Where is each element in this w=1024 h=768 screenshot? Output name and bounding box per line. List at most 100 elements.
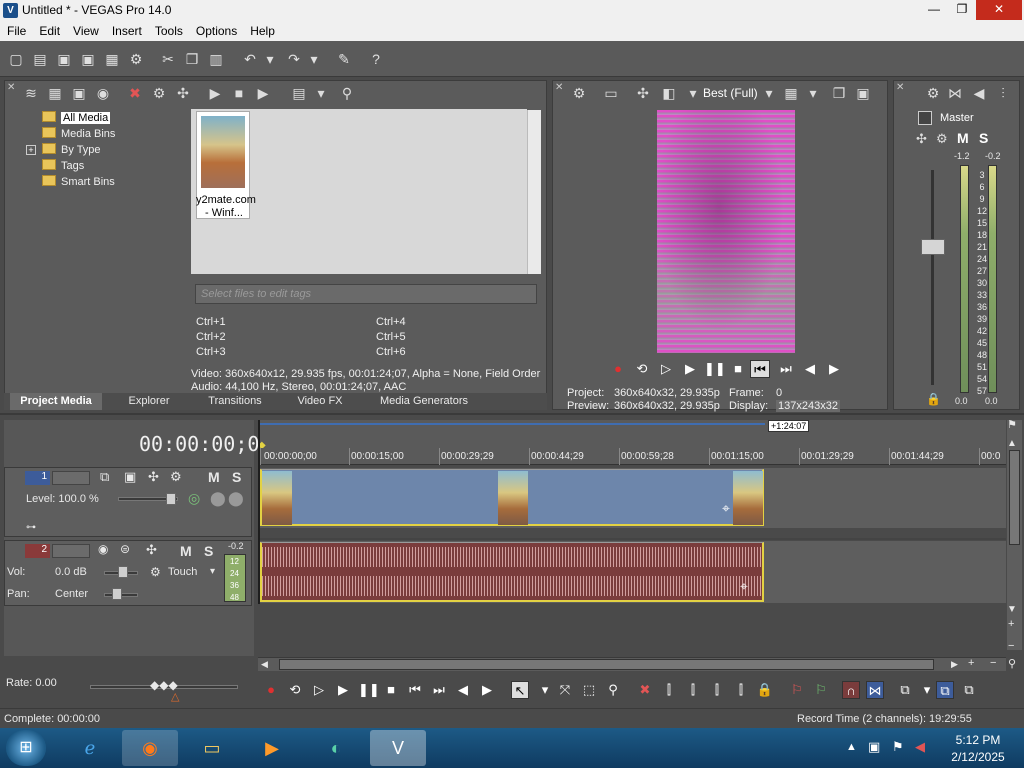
auto-crossfade-icon[interactable]: ⋈ — [866, 681, 884, 699]
save-as-icon[interactable]: ▣ — [78, 49, 98, 69]
internet-explorer-icon[interactable]: ℯ — [62, 730, 118, 766]
zoom-in-vertical-icon[interactable]: + — [1008, 618, 1014, 630]
menu-view[interactable]: View — [66, 21, 105, 38]
loop-icon[interactable]: ⟲ — [632, 360, 652, 378]
audio-solo-button[interactable]: S — [204, 543, 213, 559]
go-to-end-icon[interactable]: ⏭ — [776, 360, 796, 378]
timeline-loop-icon[interactable]: ⟲ — [286, 681, 304, 699]
video-track-gear-icon[interactable]: ⚙ — [170, 469, 182, 485]
parent-mode-icon[interactable]: ⬤ — [210, 490, 226, 507]
trim-icon[interactable]: ⫿ — [660, 681, 678, 699]
master-lock-icon[interactable]: 🔒 — [926, 392, 941, 406]
audio-pan-knob[interactable] — [112, 588, 122, 600]
media-fx-icon[interactable]: ⚙ — [150, 84, 168, 102]
ignore-grouping-icon[interactable]: ⧉ — [960, 681, 978, 699]
shortcut-ctrl1[interactable]: Ctrl+1 — [196, 316, 226, 328]
zoom-edit-tool-icon[interactable]: ⚲ — [604, 681, 622, 699]
external-monitor-icon[interactable]: ▭ — [602, 84, 620, 102]
scroll-down-icon[interactable]: ▼ — [1007, 604, 1017, 615]
scroll-left-icon[interactable]: ◀ — [261, 659, 268, 670]
edit-tool-dropdown-icon[interactable]: ▾ — [536, 681, 554, 699]
minimize-button[interactable]: — — [920, 0, 948, 20]
panel-close-icon[interactable]: ✕ — [7, 82, 15, 93]
tree-item-smart-bins[interactable]: Smart Bins — [42, 174, 115, 190]
menu-file[interactable]: File — [0, 21, 32, 38]
video-solo-button[interactable]: S — [232, 469, 241, 485]
start-preview-icon[interactable]: ▶ — [206, 84, 224, 102]
ripple-dropdown-icon[interactable]: ▾ — [918, 681, 936, 699]
timeline-play-from-start-icon[interactable]: ▷ — [310, 681, 328, 699]
auto-preview-icon[interactable]: ▶ — [254, 84, 272, 102]
properties-gear-icon[interactable]: ⚙ — [126, 49, 146, 69]
network-icon[interactable]: ▣ — [868, 739, 880, 755]
what-is-this-icon[interactable]: ✎ — [334, 49, 354, 69]
delete-icon[interactable]: ✖ — [636, 681, 654, 699]
vegas-taskbar-icon[interactable]: V — [370, 730, 426, 766]
track-fx-icon[interactable]: ✣ — [148, 469, 159, 485]
zoom-out-horizontal-icon[interactable]: − — [990, 657, 996, 669]
child-mode-icon[interactable]: ⬤ — [228, 490, 244, 507]
timeline-stop-icon[interactable]: ■ — [382, 681, 400, 699]
copy-icon[interactable]: ❐ — [182, 49, 202, 69]
split-icon[interactable]: ⫿ — [732, 681, 750, 699]
timeline-record-icon[interactable]: ● — [262, 681, 280, 699]
automation-mode[interactable]: Touch — [168, 566, 197, 578]
master-mute-button[interactable]: M — [957, 130, 969, 146]
horizontal-scroll-thumb[interactable] — [279, 659, 934, 670]
automation-dropdown-icon[interactable]: ▾ — [210, 566, 215, 577]
snapping-icon[interactable]: ∩ — [842, 681, 860, 699]
clock-time[interactable]: 5:12 PM — [948, 733, 1008, 747]
start-button-icon[interactable]: ⊞ — [6, 730, 46, 766]
tab-project-media[interactable]: Project Media — [10, 393, 102, 410]
playhead-cursor[interactable] — [258, 420, 260, 604]
undo-dropdown-icon[interactable]: ▾ — [260, 49, 280, 69]
preview-fx-icon[interactable]: ◧ — [660, 84, 678, 102]
trim-end-icon[interactable]: ⫿ — [708, 681, 726, 699]
record-icon[interactable]: ● — [608, 360, 628, 378]
shortcut-ctrl3[interactable]: Ctrl+3 — [196, 346, 226, 358]
web-media-icon[interactable]: ◉ — [94, 84, 112, 102]
trim-start-icon[interactable]: ⫿ — [684, 681, 702, 699]
capture-icon[interactable]: ▦ — [46, 84, 64, 102]
video-track-name[interactable] — [52, 471, 90, 485]
tab-media-generators[interactable]: Media Generators — [364, 393, 484, 410]
flag-icon[interactable]: ⚑ — [892, 739, 904, 755]
lock-event-icon[interactable]: 🔒 — [756, 681, 774, 699]
audio-track-name[interactable] — [52, 544, 90, 558]
tab-explorer[interactable]: Explorer — [108, 393, 190, 410]
get-media-icon[interactable]: ▣ — [70, 84, 88, 102]
go-to-start-icon[interactable]: ⏮ — [750, 360, 770, 378]
paste-icon[interactable]: ▥ — [206, 49, 226, 69]
redo-dropdown-icon[interactable]: ▾ — [304, 49, 324, 69]
time-ruler[interactable]: 00:00:00;00 00:00:15;00 00:00:29;29 00:0… — [258, 448, 1006, 465]
media-plugin-icon[interactable]: ✣ — [174, 84, 192, 102]
timeline-prev-frame-icon[interactable]: ◀ — [454, 681, 472, 699]
mixer-icon[interactable]: ⫶ — [994, 84, 1012, 102]
undo-icon[interactable]: ↶ — [240, 49, 260, 69]
lock-envelopes-icon[interactable]: ⧉ — [936, 681, 954, 699]
insert-marker-icon[interactable]: ⚐ — [788, 681, 806, 699]
shortcut-ctrl2[interactable]: Ctrl+2 — [196, 331, 226, 343]
app-icon[interactable]: ◐ — [308, 730, 364, 766]
shortcut-ctrl5[interactable]: Ctrl+5 — [376, 331, 406, 343]
menu-tools[interactable]: Tools — [148, 21, 189, 38]
master-fader-knob[interactable] — [921, 239, 945, 255]
zoom-in-horizontal-icon[interactable]: + — [968, 657, 974, 669]
video-level-knob[interactable] — [166, 493, 176, 505]
file-explorer-icon[interactable]: ▭ — [184, 730, 240, 766]
remove-media-icon[interactable]: ✖ — [126, 84, 144, 102]
preview-quality[interactable]: Best (Full) — [703, 86, 758, 100]
shortcut-ctrl4[interactable]: Ctrl+4 — [376, 316, 406, 328]
downmix-icon[interactable]: ⋈ — [946, 84, 964, 102]
ripple-edit-icon[interactable]: ⧉ — [896, 681, 914, 699]
tab-video-fx[interactable]: Video FX — [280, 393, 360, 410]
cut-icon[interactable]: ✂ — [158, 49, 178, 69]
track-motion-icon[interactable]: ⧉ — [100, 469, 109, 485]
master-close-icon[interactable]: ✕ — [896, 82, 904, 93]
close-button[interactable]: ✕ — [976, 0, 1022, 20]
tree-item-by-type[interactable]: By Type — [42, 142, 101, 158]
firefox-icon[interactable]: ◉ — [122, 730, 178, 766]
video-mute-button[interactable]: M — [208, 469, 220, 485]
preview-close-icon[interactable]: ✕ — [555, 82, 563, 93]
views-icon[interactable]: ▤ — [290, 84, 308, 102]
